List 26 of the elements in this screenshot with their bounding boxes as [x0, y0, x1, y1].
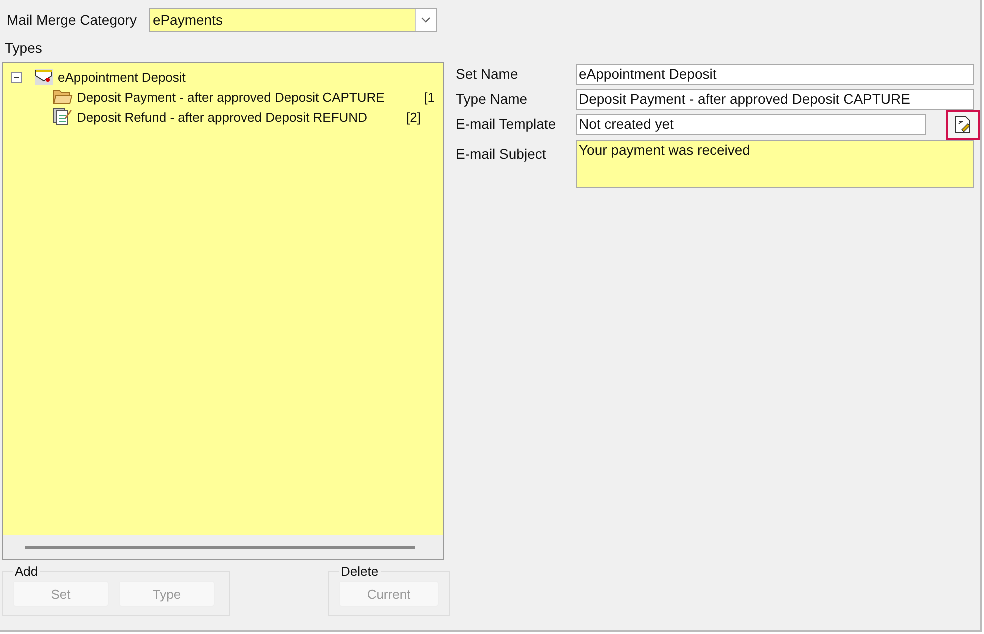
chevron-down-icon	[414, 9, 436, 31]
edit-template-button[interactable]	[946, 110, 980, 140]
tree-item[interactable]: Deposit Refund - after approved Deposit REFUND	[77, 110, 368, 124]
envelope-icon	[34, 68, 54, 86]
group-title: Delete	[340, 564, 380, 579]
documents-icon	[53, 108, 73, 126]
tree-item[interactable]: eAppointment Deposit	[58, 70, 186, 84]
field-label: E-mail Subject	[456, 145, 548, 162]
subject-field[interactable]: Your payment was received	[576, 140, 974, 188]
category-dropdown[interactable]: ePayments	[148, 8, 437, 32]
field-label: Set Name	[456, 65, 520, 82]
group-title: Add	[14, 564, 40, 579]
types-label: Types	[5, 40, 44, 56]
scrollbar-thumb[interactable]	[25, 546, 415, 548]
item-count: [2]	[406, 110, 421, 124]
text-field[interactable]: Deposit Payment - after approved Deposit CAPTURE	[576, 89, 974, 110]
category-label: Mail Merge Category	[7, 12, 137, 28]
field-label: Type Name	[456, 90, 529, 107]
tree-item[interactable]: Deposit Payment - after approved Deposit CAPTURE	[77, 90, 385, 104]
field-label: E-mail Template	[456, 115, 558, 132]
collapse-toggle[interactable]	[11, 72, 22, 82]
text-field[interactable]: eAppointment Deposit	[576, 64, 974, 85]
folder-icon	[53, 88, 73, 106]
item-count: [1	[424, 90, 435, 104]
text-field[interactable]: Not created yet	[576, 114, 926, 135]
document-pencil-icon	[953, 115, 973, 135]
